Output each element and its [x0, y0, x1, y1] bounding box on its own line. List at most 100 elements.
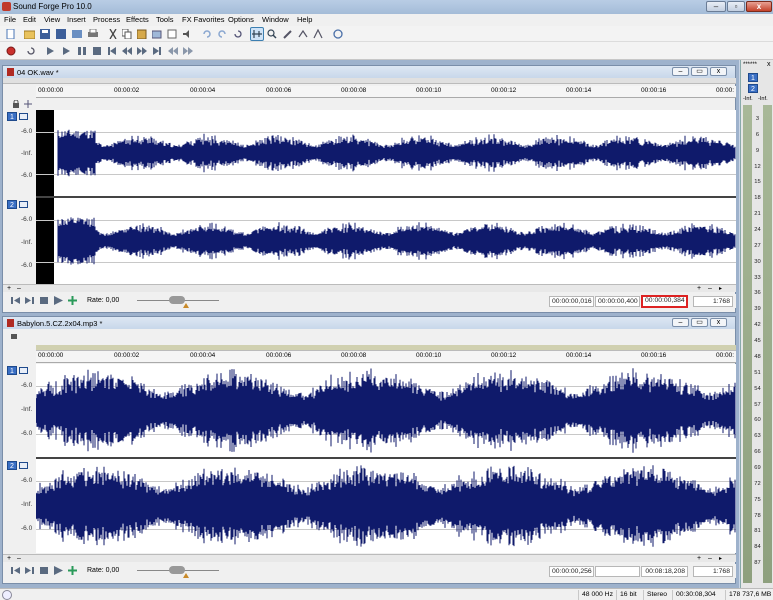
record-icon[interactable]	[6, 46, 16, 56]
selection-end-field[interactable]	[595, 566, 640, 577]
previous-marker-icon[interactable]	[168, 46, 178, 56]
menu-tools[interactable]: Tools	[156, 14, 174, 26]
maximize-button[interactable]: ▫	[727, 1, 745, 12]
cut-icon[interactable]	[108, 29, 118, 39]
scroll-right-icon[interactable]: ▸	[719, 285, 722, 292]
go-to-start-icon[interactable]	[11, 566, 20, 575]
stop-icon[interactable]	[40, 566, 49, 575]
undo-icon[interactable]	[202, 29, 212, 39]
copy-icon[interactable]	[122, 29, 132, 39]
menu-edit[interactable]: Edit	[23, 14, 36, 26]
fast-forward-icon[interactable]	[137, 46, 147, 56]
play-icon[interactable]	[54, 566, 63, 575]
channel-1-waveform[interactable]	[36, 364, 736, 457]
pencil-tool-icon[interactable]	[283, 29, 293, 39]
window-restore-button[interactable]: ▭	[691, 318, 708, 327]
play-icon[interactable]	[54, 296, 63, 305]
play-icon[interactable]	[61, 46, 71, 56]
rewind-icon[interactable]	[122, 46, 132, 56]
selection-end-field[interactable]: 00:00:00,400	[595, 296, 640, 307]
meter-ch1-badge[interactable]: 1	[748, 73, 758, 82]
channel-1-badge[interactable]: 1	[7, 112, 17, 121]
selection-length-field[interactable]: 00:00:00,384	[641, 295, 688, 308]
meter-ch2-badge[interactable]: 2	[748, 84, 758, 93]
zoom-in-icon[interactable]: +	[697, 285, 701, 292]
menu-window[interactable]: Window	[262, 14, 289, 26]
channel-2-minimize[interactable]	[19, 462, 28, 469]
menu-process[interactable]: Process	[93, 14, 120, 26]
selection-start-field[interactable]: 00:00:00,016	[549, 296, 594, 307]
sync-icon[interactable]	[333, 29, 343, 39]
channel-1-minimize[interactable]	[19, 367, 28, 374]
stop-icon[interactable]	[40, 296, 49, 305]
paste-icon[interactable]	[137, 29, 147, 39]
channel-1-minimize[interactable]	[19, 113, 28, 120]
lock-icon[interactable]	[9, 331, 19, 339]
event-tool-icon[interactable]	[313, 29, 323, 39]
zoom-ratio-field[interactable]: 1:768	[693, 566, 733, 577]
mix-icon[interactable]	[152, 29, 162, 39]
channel-2-waveform[interactable]	[36, 198, 736, 284]
save-icon[interactable]	[40, 29, 50, 39]
menu-insert[interactable]: Insert	[67, 14, 86, 26]
channel-1-badge[interactable]: 1	[7, 366, 17, 375]
magnify-tool-icon[interactable]	[267, 29, 277, 39]
scroll-right-icon[interactable]: ▸	[719, 555, 722, 562]
selection-length-field[interactable]: 00:08:18,208	[641, 566, 688, 577]
data-window-1[interactable]: 04 OK.wav * – ▭ x 00:00:00 00:00:02 00:0…	[2, 65, 736, 313]
pause-icon[interactable]	[77, 46, 87, 56]
channel-1-waveform[interactable]	[36, 110, 736, 196]
menu-options[interactable]: Options	[228, 14, 254, 26]
meters-close-icon[interactable]: x	[767, 61, 771, 68]
window-restore-button[interactable]: ▭	[691, 67, 708, 76]
playhead-icon[interactable]	[68, 566, 77, 575]
data-window-2[interactable]: Babylon.5.CZ.2x04.mp3 * – ▭ x 00:00:00 0…	[2, 316, 736, 584]
zoom-in-icon[interactable]: +	[7, 285, 11, 292]
zoom-ratio-field[interactable]: 1:768	[693, 296, 733, 307]
snap-icon[interactable]	[23, 100, 33, 108]
zoom-in-icon[interactable]: +	[7, 555, 11, 562]
window-close-button[interactable]: x	[710, 67, 727, 76]
redo-icon[interactable]	[217, 29, 227, 39]
new-file-icon[interactable]	[6, 29, 16, 39]
selection-start-field[interactable]: 00:00:00,256	[549, 566, 594, 577]
close-button[interactable]: x	[746, 1, 772, 12]
play-all-icon[interactable]	[45, 46, 55, 56]
print-icon[interactable]	[88, 29, 98, 39]
render-icon[interactable]	[72, 29, 82, 39]
time-ruler[interactable]: 00:00:00 00:00:02 00:00:04 00:00:06 00:0…	[36, 86, 736, 98]
horizontal-scrollbar[interactable]: + – + – ▸	[3, 554, 736, 562]
save-all-icon[interactable]	[56, 29, 66, 39]
horizontal-scrollbar[interactable]: + – + – ▸	[3, 284, 736, 292]
minimize-button[interactable]: –	[706, 1, 726, 12]
zoom-out-icon[interactable]: –	[708, 555, 712, 562]
go-to-end-icon[interactable]	[25, 566, 34, 575]
window-close-button[interactable]: x	[710, 318, 727, 327]
zoom-in-icon[interactable]: +	[697, 555, 701, 562]
time-ruler[interactable]: 00:00:00 00:00:02 00:00:04 00:00:06 00:0…	[36, 351, 736, 363]
channel-2-waveform[interactable]	[36, 459, 736, 553]
loop-icon[interactable]	[26, 46, 36, 56]
zoom-out-icon[interactable]: –	[708, 285, 712, 292]
channel-2-badge[interactable]: 2	[7, 461, 17, 470]
window-minimize-button[interactable]: –	[672, 67, 689, 76]
menu-file[interactable]: File	[4, 14, 16, 26]
envelope-tool-icon[interactable]	[298, 29, 308, 39]
lock-icon[interactable]	[11, 100, 21, 108]
go-to-start-icon[interactable]	[11, 296, 20, 305]
open-folder-icon[interactable]	[24, 29, 35, 39]
mute-icon[interactable]	[182, 29, 192, 39]
edit-tool-icon[interactable]	[250, 27, 264, 41]
repeat-icon[interactable]	[233, 29, 243, 39]
go-to-start-icon[interactable]	[107, 46, 117, 56]
channel-2-badge[interactable]: 2	[7, 200, 17, 209]
channel-2-minimize[interactable]	[19, 201, 28, 208]
window-minimize-button[interactable]: –	[672, 318, 689, 327]
go-to-end-icon[interactable]	[25, 296, 34, 305]
menu-fx-favorites[interactable]: FX Favorites	[182, 14, 225, 26]
go-to-end-icon[interactable]	[152, 46, 162, 56]
zoom-out-icon[interactable]: –	[17, 555, 21, 562]
zoom-out-icon[interactable]: –	[17, 285, 21, 292]
next-marker-icon[interactable]	[183, 46, 193, 56]
menu-view[interactable]: View	[44, 14, 60, 26]
